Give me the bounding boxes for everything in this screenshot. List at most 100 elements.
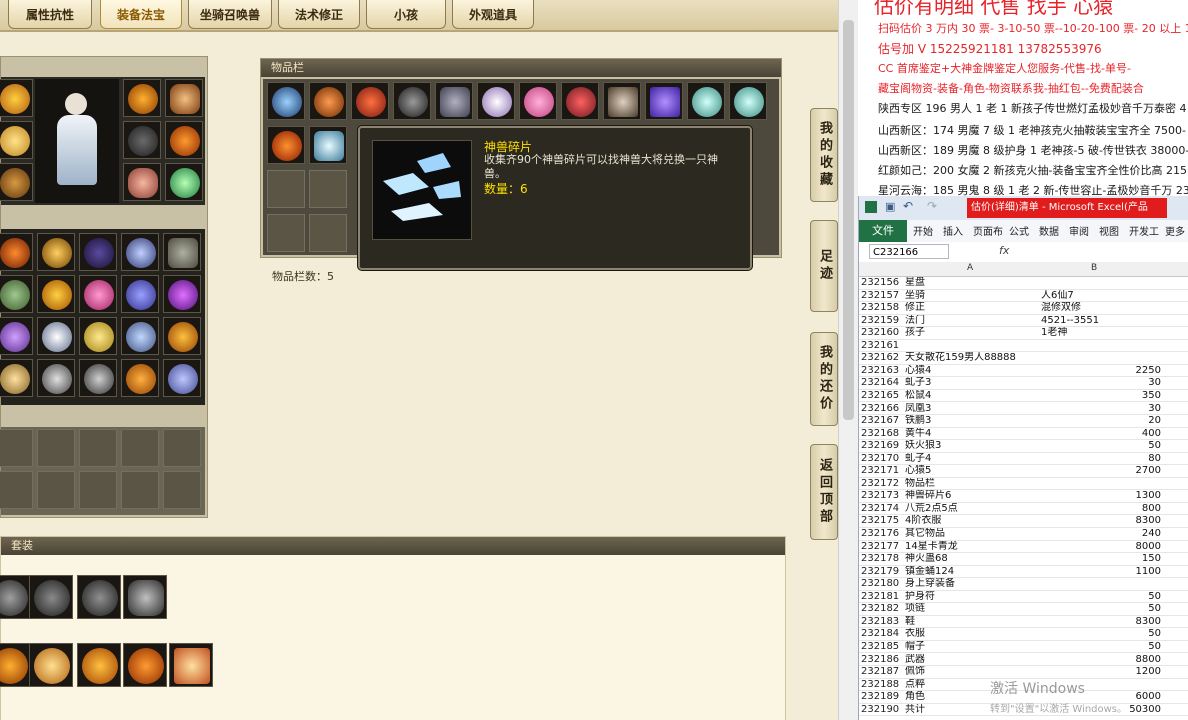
back-to-top-button[interactable]: 返回顶部 [810, 444, 838, 540]
cell-a[interactable]: 凤凰3 [905, 403, 1037, 416]
cell-b[interactable]: 混修双修 [1041, 302, 1161, 315]
inventory-slot[interactable] [519, 82, 557, 120]
sheet-row[interactable]: 232173 神兽碎片6 1300 [859, 490, 1188, 503]
empty-slot[interactable] [121, 429, 159, 467]
cell-a[interactable]: 鞋 [905, 616, 1037, 629]
equip-slot-belt[interactable] [0, 163, 33, 201]
cell-a[interactable]: 天女散花159男人88888 [905, 352, 1037, 365]
cell-a[interactable]: 物品栏 [905, 478, 1037, 491]
equip-slot-orb[interactable] [165, 163, 203, 201]
cell-b[interactable]: 1100 [1041, 566, 1161, 579]
cell-a[interactable]: 星盘 [905, 277, 1037, 290]
sheet-row[interactable]: 232168 黄牛4 400 [859, 428, 1188, 441]
equip-slot-shoes[interactable] [165, 121, 203, 159]
sheet-row[interactable]: 232159 法门 4521--3551 [859, 315, 1188, 328]
cell-a[interactable]: 心猿5 [905, 465, 1037, 478]
save-icon[interactable]: ▣ [885, 200, 895, 213]
sheet-row[interactable]: 232171 心猿5 2700 [859, 465, 1188, 478]
inventory-slot[interactable] [267, 82, 305, 120]
ribbon-tab[interactable]: 插入 [943, 223, 963, 238]
inventory-slot[interactable] [435, 82, 473, 120]
treasure-slot[interactable] [121, 317, 159, 355]
empty-slot[interactable] [79, 471, 117, 509]
cell-b[interactable]: 50 [1041, 628, 1161, 641]
cell-b[interactable]: 4521--3551 [1041, 315, 1161, 328]
treasure-slot[interactable] [79, 317, 117, 355]
treasure-slot[interactable] [163, 233, 201, 271]
sheet-row[interactable]: 232164 虬子3 30 [859, 377, 1188, 390]
cell-a[interactable]: 修正 [905, 302, 1037, 315]
ribbon-tab[interactable]: 视图 [1099, 223, 1119, 238]
sheet-row[interactable]: 232175 4阶衣服 8300 [859, 515, 1188, 528]
empty-slot[interactable] [163, 471, 201, 509]
inventory-slot[interactable] [351, 82, 389, 120]
treasure-slot[interactable] [37, 275, 75, 313]
my-favorites-button[interactable]: 我的收藏 [810, 108, 838, 202]
sheet-row[interactable]: 232180 身上穿装备 [859, 578, 1188, 591]
sheet-row[interactable]: 232178 神火蛊68 150 [859, 553, 1188, 566]
sheet-row[interactable]: 232181 护身符 50 [859, 591, 1188, 604]
sheet-row[interactable]: 232166 凤凰3 30 [859, 403, 1188, 416]
treasure-slot[interactable] [0, 275, 33, 313]
cell-b[interactable]: 人6仙7 [1041, 290, 1161, 303]
treasure-slot[interactable] [0, 359, 33, 397]
cell-b[interactable]: 150 [1041, 553, 1161, 566]
cell-a[interactable]: 其它物品 [905, 528, 1037, 541]
empty-slot[interactable] [267, 170, 305, 208]
treasure-slot[interactable] [37, 317, 75, 355]
cell-b[interactable]: 30 [1041, 377, 1161, 390]
inventory-slot-beast-fragment[interactable] [309, 126, 347, 164]
sheet-row[interactable]: 232182 项链 50 [859, 603, 1188, 616]
cell-b[interactable]: 30 [1041, 403, 1161, 416]
tab-mounts-pets[interactable]: 坐骑召唤兽 [188, 0, 272, 29]
inventory-slot[interactable] [729, 82, 767, 120]
suit-slot[interactable] [123, 575, 167, 619]
footprint-button[interactable]: 足迹 [810, 220, 838, 312]
inventory-slot[interactable] [477, 82, 515, 120]
redo-icon[interactable]: ↷ [927, 199, 937, 213]
cell-b[interactable]: 50 [1041, 440, 1161, 453]
suit-slot[interactable] [123, 643, 167, 687]
cell-b[interactable]: 800 [1041, 503, 1161, 516]
page-scrollbar[interactable] [838, 0, 859, 720]
ribbon-tab[interactable]: 数据 [1039, 223, 1059, 238]
ribbon-tab[interactable]: 开始 [913, 223, 933, 238]
sheet-row[interactable]: 232165 松鼠4 350 [859, 390, 1188, 403]
cell-b[interactable]: 1200 [1041, 666, 1161, 679]
inventory-slot[interactable] [393, 82, 431, 120]
inventory-slot[interactable] [267, 126, 305, 164]
cell-b[interactable]: 50 [1041, 603, 1161, 616]
inventory-slot[interactable] [309, 82, 347, 120]
ribbon-tab[interactable]: 页面布 [973, 223, 1003, 238]
sheet-row[interactable]: 232170 虬子4 80 [859, 453, 1188, 466]
cell-b[interactable]: 50 [1041, 591, 1161, 604]
sheet-row[interactable]: 232176 其它物品 240 [859, 528, 1188, 541]
equip-slot-armor[interactable] [0, 121, 33, 159]
suit-slot[interactable] [0, 575, 31, 619]
treasure-slot[interactable] [121, 275, 159, 313]
empty-slot[interactable] [0, 429, 33, 467]
ribbon-tab[interactable]: 审阅 [1069, 223, 1089, 238]
empty-slot[interactable] [37, 471, 75, 509]
cell-b[interactable]: 8800 [1041, 654, 1161, 667]
cell-a[interactable]: 衣服 [905, 628, 1037, 641]
cell-b[interactable]: 350 [1041, 390, 1161, 403]
cell-a[interactable]: 妖火狼3 [905, 440, 1037, 453]
empty-slot[interactable] [309, 170, 347, 208]
cell-b[interactable]: 80 [1041, 453, 1161, 466]
treasure-slot[interactable] [163, 275, 201, 313]
inventory-slot[interactable] [561, 82, 599, 120]
treasure-slot[interactable] [37, 359, 75, 397]
treasure-slot[interactable] [121, 233, 159, 271]
cell-a[interactable]: 神兽碎片6 [905, 490, 1037, 503]
cell-a[interactable]: 松鼠4 [905, 390, 1037, 403]
cell-a[interactable]: 坐骑 [905, 290, 1037, 303]
inventory-slot[interactable] [645, 82, 683, 120]
equip-slot-bracelet[interactable] [123, 163, 161, 201]
sheet-row[interactable]: 232163 心猿4 2250 [859, 365, 1188, 378]
sheet-row[interactable]: 232183 鞋 8300 [859, 616, 1188, 629]
sheet-row[interactable]: 232161 [859, 340, 1188, 353]
sheet-row[interactable]: 232186 武器 8800 [859, 654, 1188, 667]
ribbon-tab[interactable]: 更多 [1165, 223, 1185, 238]
cell-a[interactable]: 4阶衣服 [905, 515, 1037, 528]
